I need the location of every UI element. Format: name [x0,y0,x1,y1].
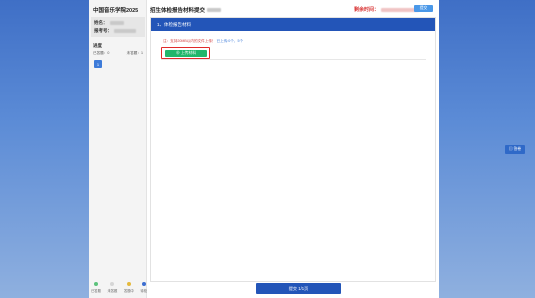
answered-dot-icon [93,282,98,286]
countdown: 剩余时间： [354,6,420,13]
main-frame: 中国音乐学院2025 姓名： 报考号： 进度 已答题：0 未答题：1 1 已答题 [89,0,439,298]
upload-notice-text: 注：支持20MB以内的文件上传！ [163,39,216,43]
app-name: 中国音乐学院2025 [93,8,139,14]
countdown-label: 剩余时间： [354,7,380,13]
legend-item-answered: 已答题 [91,282,101,293]
upload-notice: 注：支持20MB以内的文件上传！ 已上传:0个，5个 [163,39,243,44]
upload-divider [161,59,426,60]
legend-item-in-progress: 答题中 [124,282,134,293]
unanswered-count: 未答题：1 [126,51,143,55]
upload-highlight-box: ⊕ 上传材料 [161,47,210,59]
question-panel: 1、体检报告材料 注：支持20MB以内的文件上传！ 已上传:0个，5个 ⊕ 上传… [150,17,436,282]
candidate-id-label: 报考号： [94,28,112,33]
progress-title: 进度 [93,43,102,48]
candidate-id-row: 报考号： [94,28,136,34]
submit-page-button[interactable]: 提交 1/1页 [256,283,341,294]
legend-item-unanswered: 未答题 [107,282,117,293]
page-title: 招生体检报告材料提交 [150,6,222,14]
question-number-button[interactable]: 1 [94,60,102,68]
top-submit-button[interactable]: 提交 [414,5,433,12]
in-progress-dot-icon [126,282,131,286]
candidate-name-row: 姓名： [94,20,124,26]
candidate-info-box: 姓名： 报考号： [91,17,145,37]
upload-count-hint: 已上传:0个，5个 [216,39,244,43]
candidate-name-label: 姓名： [94,20,108,25]
page-title-redacted [207,8,222,12]
answered-count: 已答题：0 [93,51,110,55]
candidate-name-redacted [109,21,124,25]
unanswered-dot-icon [110,282,115,286]
section-header: 1、体检报告材料 [151,18,435,31]
status-legend: 已答题 未答题 答题中 待检 [91,282,147,293]
answer-sheet-button[interactable]: ▤ 答卷 [505,145,525,154]
sidebar: 中国音乐学院2025 姓名： 报考号： 进度 已答题：0 未答题：1 1 已答题 [89,0,147,298]
legend-item-pending: 待检 [140,282,147,293]
progress-stats: 已答题：0 未答题：1 [93,51,143,56]
candidate-id-redacted [114,29,136,33]
upload-material-button[interactable]: ⊕ 上传材料 [165,50,207,57]
pending-dot-icon [141,282,146,286]
